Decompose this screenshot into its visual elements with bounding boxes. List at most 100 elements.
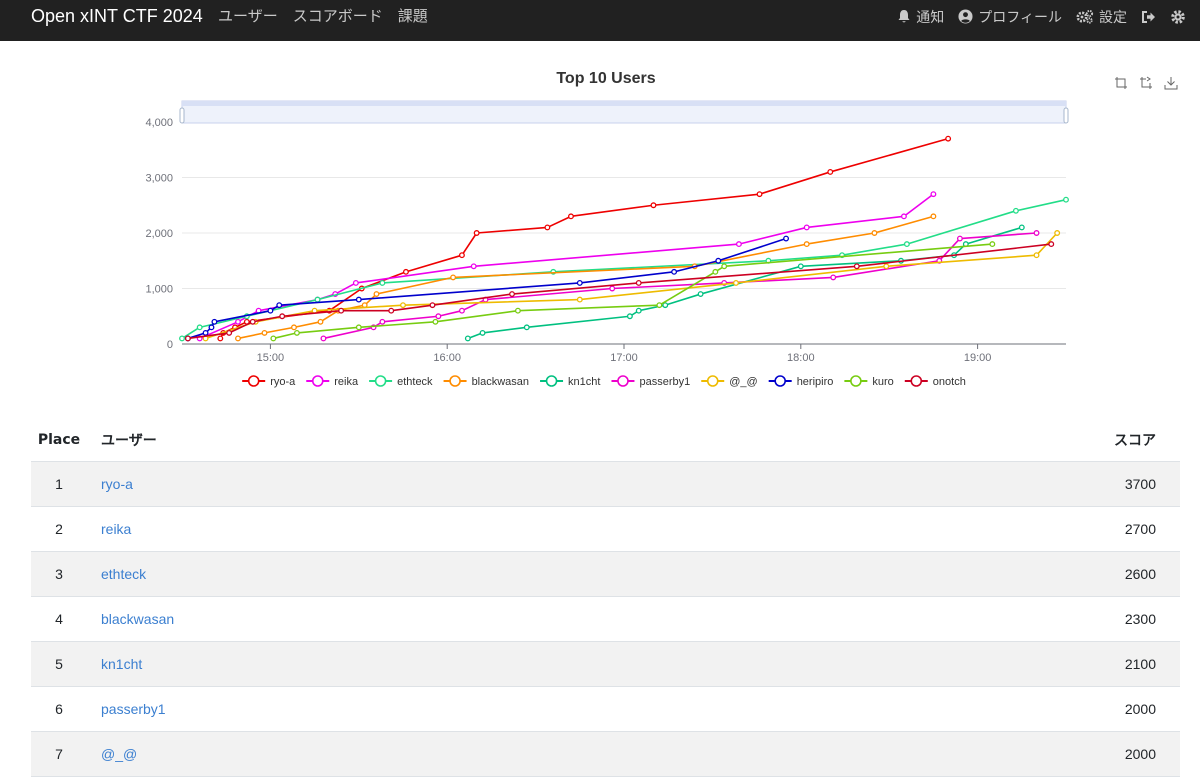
legend-label: kuro <box>872 376 893 388</box>
user-link[interactable]: reika <box>101 521 131 537</box>
sign-out-icon <box>1142 10 1155 23</box>
legend-item[interactable]: ethteck <box>369 375 433 388</box>
data-point <box>989 241 996 248</box>
data-point <box>523 324 530 331</box>
data-point <box>1048 241 1055 248</box>
legend-label: ethteck <box>397 376 433 388</box>
header-place: Place <box>31 420 87 462</box>
data-point <box>355 296 362 303</box>
brand-title[interactable]: Open xINT CTF 2024 <box>31 0 203 41</box>
legend-marker <box>910 375 923 387</box>
legend-item[interactable]: @_@ <box>701 375 758 388</box>
data-point <box>1063 196 1069 203</box>
data-point <box>635 307 642 314</box>
table-row: 4 blackwasan 2300 <box>31 596 1180 642</box>
legend-item[interactable]: heripiro <box>768 375 834 388</box>
data-point <box>400 302 406 309</box>
table-header-row: Place ユーザー スコア <box>31 420 1180 462</box>
legend-item[interactable]: blackwasan <box>443 375 529 388</box>
table-row: 1 ryo-a 3700 <box>31 461 1180 507</box>
data-point <box>626 313 633 320</box>
user-link[interactable]: ethteck <box>101 566 146 582</box>
score-chart: 0 1,000 2,000 3,000 4,000 15:00 16:00 17:00 18:0… <box>0 41 1200 411</box>
data-point <box>226 329 233 336</box>
legend-marker <box>311 375 324 387</box>
data-point <box>317 318 324 325</box>
settings-link[interactable]: 設定 <box>1076 7 1127 27</box>
user-link[interactable]: ryo-a <box>101 476 133 492</box>
zoom-range-bar <box>182 101 1066 106</box>
data-point <box>479 329 486 336</box>
data-point <box>379 279 386 286</box>
data-point <box>568 213 574 220</box>
notifications-label: 通知 <box>916 9 945 26</box>
data-point <box>470 263 477 270</box>
zoom-reset-icon[interactable] <box>1139 76 1153 90</box>
table-row: 2 reika 2700 <box>31 506 1180 552</box>
chart-axes: 0 1,000 2,000 3,000 4,000 15:00 16:00 17:00 18:0… <box>145 117 1066 364</box>
legend-label: @_@ <box>729 376 757 388</box>
legend-marker <box>449 375 461 387</box>
data-point <box>464 335 471 342</box>
data-point <box>270 335 277 342</box>
data-point <box>279 313 286 320</box>
legend-item[interactable]: ryo-a <box>242 375 296 388</box>
data-point <box>635 279 642 286</box>
data-zoom-slider[interactable] <box>179 100 1069 124</box>
legend-item[interactable]: kuro <box>844 375 894 388</box>
data-point <box>211 318 218 325</box>
data-point <box>715 257 722 264</box>
theme-settings-button[interactable] <box>1170 9 1186 25</box>
row-score: 2600 <box>980 551 1180 597</box>
data-point <box>930 213 937 220</box>
legend-label: passerby1 <box>639 376 690 388</box>
chart-toolbox <box>1114 76 1178 90</box>
data-point <box>458 307 465 314</box>
y-tick-label: 0 <box>167 339 173 351</box>
data-point <box>1018 224 1025 231</box>
legend-marker <box>545 375 558 387</box>
x-tick-label: 16:00 <box>433 352 461 364</box>
row-user-cell: @_@ <box>87 731 980 777</box>
settings-label: 設定 <box>1099 9 1127 26</box>
legend-item[interactable]: passerby1 <box>611 375 690 388</box>
header-score: スコア <box>980 420 1180 462</box>
legend-item[interactable]: onotch <box>904 375 966 388</box>
data-point <box>314 296 321 303</box>
data-point <box>473 230 480 236</box>
data-point <box>196 324 203 331</box>
user-link[interactable]: @_@ <box>101 746 137 762</box>
bell-icon <box>898 10 910 23</box>
data-point <box>432 318 439 325</box>
nav-scoreboard[interactable]: スコアボード <box>293 0 383 41</box>
cogs-icon <box>1076 9 1094 24</box>
data-point <box>1033 252 1040 259</box>
user-link[interactable]: kn1cht <box>101 656 142 672</box>
data-point <box>662 302 669 309</box>
user-link[interactable]: blackwasan <box>101 611 174 627</box>
data-point <box>373 291 380 297</box>
nav-challenges[interactable]: 課題 <box>398 0 428 41</box>
legend-label: kn1cht <box>568 376 600 388</box>
row-score: 2700 <box>980 506 1180 552</box>
data-point <box>544 224 551 231</box>
logout-button[interactable] <box>1141 10 1156 24</box>
download-icon[interactable] <box>1164 76 1178 90</box>
data-point <box>320 335 327 342</box>
row-place: 5 <box>31 641 87 687</box>
user-link[interactable]: passerby1 <box>101 701 166 717</box>
data-point <box>900 213 907 220</box>
zoom-in-icon[interactable] <box>1114 76 1128 90</box>
data-point <box>402 268 409 275</box>
data-point <box>267 307 274 314</box>
nav-users[interactable]: ユーザー <box>218 0 278 41</box>
legend-label: heripiro <box>797 376 834 388</box>
data-point <box>956 235 963 242</box>
profile-link[interactable]: プロフィール <box>958 7 1062 27</box>
chart-title: Top 10 Users <box>556 70 656 87</box>
legend-item[interactable]: kn1cht <box>540 375 600 388</box>
legend-item[interactable]: reika <box>306 375 359 388</box>
scoreboard-table: Place ユーザー スコア 1 ryo-a 3700 2 reika 2700… <box>31 420 1180 777</box>
notifications-link[interactable]: 通知 <box>897 7 944 27</box>
data-point <box>783 235 790 242</box>
